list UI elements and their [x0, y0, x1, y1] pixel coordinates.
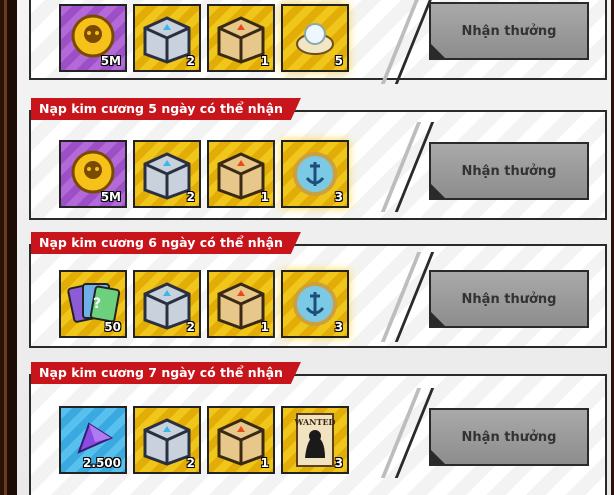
wanted-poster-text: WANTED [294, 417, 336, 427]
reward-item[interactable]: 1 [207, 140, 275, 208]
reward-qty: 3 [334, 456, 343, 470]
reward-list: 5M 2 1 5 Nhận thưởng Nạp kim cương 5 ngà… [17, 0, 611, 495]
reward-item[interactable]: 3 [281, 140, 349, 208]
reward-item[interactable]: ? 50 [59, 270, 127, 338]
claim-button-label: Nhận thưởng [461, 291, 557, 307]
reward-qty: 2 [186, 456, 195, 470]
reward-qty: 3 [334, 320, 343, 334]
reward-item[interactable]: 1 [207, 4, 275, 72]
claim-button-label: Nhận thưởng [461, 429, 557, 445]
reward-qty: 2.500 [83, 456, 121, 470]
reward-item[interactable]: 1 [207, 270, 275, 338]
reward-item[interactable]: WANTED 3 [281, 406, 349, 474]
reward-row-7-days: Nạp kim cương 7 ngày có thể nhận 2.500 2… [29, 374, 607, 495]
reward-qty: 5 [334, 54, 343, 68]
reward-window: 5M 2 1 5 Nhận thưởng Nạp kim cương 5 ngà… [4, 0, 611, 495]
claim-button-label: Nhận thưởng [461, 23, 557, 39]
row-title: Nạp kim cương 5 ngày có thể nhận [31, 98, 301, 120]
reward-qty: 2 [186, 320, 195, 334]
reward-qty: 2 [186, 54, 195, 68]
reward-row-6-days: Nạp kim cương 6 ngày có thể nhận ? 50 2 … [29, 244, 607, 348]
reward-item[interactable]: 1 [207, 406, 275, 474]
row-title: Nạp kim cương 7 ngày có thể nhận [31, 362, 301, 384]
reward-item[interactable]: 5M [59, 140, 127, 208]
reward-item[interactable]: 2 [133, 140, 201, 208]
reward-item[interactable]: 3 [281, 270, 349, 338]
reward-item[interactable]: 2.500 [59, 406, 127, 474]
reward-item[interactable]: 2 [133, 4, 201, 72]
reward-qty: 3 [334, 190, 343, 204]
reward-qty: 5M [100, 54, 121, 68]
reward-row-5-days: Nạp kim cương 5 ngày có thể nhận 5M 2 1 … [29, 110, 607, 220]
reward-qty: 1 [260, 320, 269, 334]
reward-qty: 1 [260, 190, 269, 204]
claim-button[interactable]: Nhận thưởng [429, 2, 589, 60]
claim-button[interactable]: Nhận thưởng [429, 142, 589, 200]
reward-item[interactable]: 5 [281, 4, 349, 72]
claim-button-label: Nhận thưởng [461, 163, 557, 179]
reward-qty: 50 [104, 320, 121, 334]
svg-text:?: ? [93, 296, 101, 312]
reward-item[interactable]: 2 [133, 270, 201, 338]
reward-item[interactable]: 5M [59, 4, 127, 72]
claim-button[interactable]: Nhận thưởng [429, 408, 589, 466]
reward-qty: 1 [260, 54, 269, 68]
reward-item[interactable]: 2 [133, 406, 201, 474]
reward-qty: 2 [186, 190, 195, 204]
reward-qty: 1 [260, 456, 269, 470]
reward-qty: 5M [100, 190, 121, 204]
row-title: Nạp kim cương 6 ngày có thể nhận [31, 232, 301, 254]
claim-button[interactable]: Nhận thưởng [429, 270, 589, 328]
reward-row-4-days: 5M 2 1 5 Nhận thưởng [29, 0, 607, 84]
